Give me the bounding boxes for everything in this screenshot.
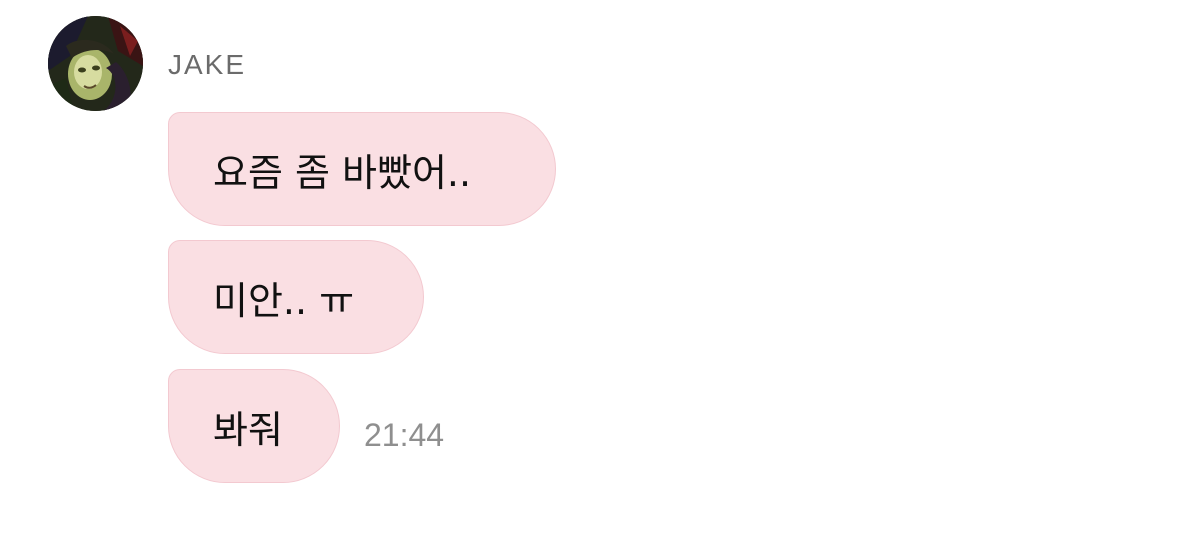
message-text: 봐줘 xyxy=(213,407,283,452)
message-text: 미안.. ㅠ xyxy=(213,278,355,323)
message-bubble[interactable]: 요즘 좀 바빴어.. xyxy=(168,112,556,226)
sender-avatar[interactable] xyxy=(48,16,143,111)
sender-name: JAKE xyxy=(168,49,247,80)
message-timestamp: 21:44 xyxy=(364,417,445,453)
profile-photo-icon xyxy=(48,16,143,111)
message-bubble[interactable]: 미안.. ㅠ xyxy=(168,240,424,354)
message-bubble[interactable]: 봐줘 xyxy=(168,369,340,483)
message-text: 요즘 좀 바빴어.. xyxy=(213,150,472,195)
